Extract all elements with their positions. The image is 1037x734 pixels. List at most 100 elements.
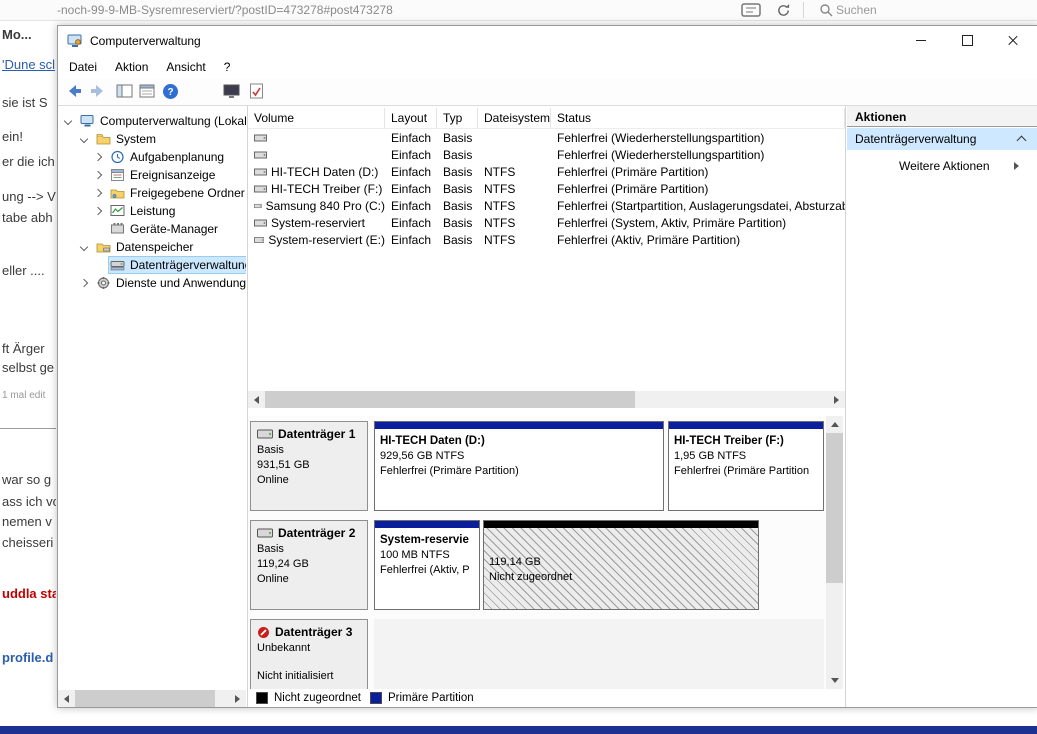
expander-icon[interactable] <box>94 153 102 161</box>
actions-group-datentraegerverwaltung[interactable]: Datenträgerverwaltung <box>847 128 1037 150</box>
table-row[interactable]: System-reserviert EinfachBasisNTFSFehler… <box>248 214 845 231</box>
properties-icon[interactable] <box>137 81 157 101</box>
expander-icon[interactable] <box>80 243 88 251</box>
scroll-up-icon[interactable] <box>826 416 843 433</box>
volume-list-horizontal-scrollbar[interactable] <box>248 391 845 408</box>
column-header-typ[interactable]: Typ <box>437 108 478 128</box>
show-console-tree-icon[interactable] <box>114 81 134 101</box>
tree-item-label: Datenträgerverwaltung <box>130 258 246 272</box>
disk-1-label[interactable]: Datenträger 1 Basis 931,51 GB Online <box>250 421 368 511</box>
forward-icon[interactable] <box>88 81 108 101</box>
table-row[interactable]: Samsung 840 Pro (C:) EinfachBasisNTFSFeh… <box>248 197 845 214</box>
column-header-status[interactable]: Status <box>551 108 845 128</box>
reader-view-icon[interactable] <box>740 2 762 18</box>
scrollbar-thumb[interactable] <box>75 690 215 707</box>
tree-item-datenspeicher[interactable]: Datenspeicher <box>58 238 246 256</box>
tree-item-ereignisanzeige[interactable]: Ereignisanzeige <box>58 166 246 184</box>
volume-icon <box>254 183 267 195</box>
weitere-aktionen-item[interactable]: Weitere Aktionen <box>847 156 1037 176</box>
tree-item-label: Dienste und Anwendungen <box>116 276 246 290</box>
tree-item-computerverwaltung[interactable]: Computerverwaltung (Lokal) <box>58 112 246 130</box>
monitor-icon[interactable] <box>221 81 241 101</box>
page-text-fragment: ass ich vo <box>2 494 56 509</box>
scroll-left-icon[interactable] <box>58 690 75 707</box>
table-row[interactable]: EinfachBasisFehlerfrei (Wiederherstellun… <box>248 146 845 163</box>
column-header-volume[interactable]: Volume <box>248 108 385 128</box>
minimize-button[interactable] <box>898 26 944 55</box>
scroll-right-icon[interactable] <box>828 391 845 408</box>
volume-icon <box>254 200 262 212</box>
disk-3-label[interactable]: Datenträger 3 Unbekannt Nicht initialisi… <box>250 619 368 689</box>
volume-icon <box>254 234 264 246</box>
expander-icon[interactable] <box>94 189 102 197</box>
scrollbar-thumb[interactable] <box>826 433 843 583</box>
scrollbar-thumb[interactable] <box>265 391 635 408</box>
menu-datei[interactable]: Datei <box>60 56 106 78</box>
unallocated-strip <box>484 521 758 528</box>
page-text-fragment: ft Ärger <box>2 341 56 356</box>
tree-item-aufgabenplanung[interactable]: Aufgabenplanung <box>58 148 246 166</box>
collapse-icon[interactable] <box>1017 136 1027 146</box>
tree-item-leistung[interactable]: Leistung <box>58 202 246 220</box>
disk-view-vertical-scrollbar[interactable] <box>826 416 843 689</box>
partition-system-reserviert[interactable]: System-reservie 100 MB NTFS Fehlerfrei (… <box>374 520 480 610</box>
submenu-arrow-icon <box>1014 162 1019 170</box>
page-text-fragment: ung --> V <box>2 189 56 204</box>
tree-item-dienste-und-anwendungen[interactable]: Dienste und Anwendungen <box>58 274 246 292</box>
page-text-fragment: Mo... <box>2 27 56 42</box>
page-text-fragment: cheisseri <box>2 535 56 550</box>
volume-list: EinfachBasisFehlerfrei (Wiederherstellun… <box>248 129 845 248</box>
tree-item-geraete-manager[interactable]: Geräte-Manager <box>58 220 246 238</box>
computer-icon <box>80 114 95 128</box>
help-icon[interactable]: ? <box>160 81 180 101</box>
disk-management-pane: Volume Layout Typ Dateisystem Status Ein… <box>247 106 846 707</box>
table-row[interactable]: System-reserviert (E:) EinfachBasisNTFSF… <box>248 231 845 248</box>
disk-2-label[interactable]: Datenträger 2 Basis 119,24 GB Online <box>250 520 368 610</box>
scroll-right-icon[interactable] <box>229 690 246 707</box>
title-bar[interactable]: Computerverwaltung <box>58 26 1037 56</box>
tree-item-datentraegerverwaltung[interactable]: Datenträgerverwaltung <box>58 256 246 274</box>
tree-item-label: Datenspeicher <box>116 240 193 254</box>
error-icon <box>257 626 270 639</box>
tree-horizontal-scrollbar[interactable] <box>58 690 246 707</box>
table-row[interactable]: EinfachBasisFehlerfrei (Wiederherstellun… <box>248 129 845 146</box>
back-icon[interactable] <box>64 81 84 101</box>
menu-help[interactable]: ? <box>215 56 240 78</box>
tree-item-label: System <box>116 132 156 146</box>
menu-aktion[interactable]: Aktion <box>106 56 157 78</box>
tree-item-system[interactable]: System <box>58 130 246 148</box>
page-link-fragment[interactable]: 'Dune scl <box>2 57 56 72</box>
scroll-down-icon[interactable] <box>826 672 843 689</box>
maximize-button[interactable] <box>944 26 990 55</box>
search-input[interactable]: Suchen <box>836 3 877 17</box>
page-text-fragment: nemen v <box>2 514 56 529</box>
document-check-icon[interactable] <box>246 81 266 101</box>
unallocated-space[interactable]: 119,14 GB Nicht zugeordnet <box>483 520 759 610</box>
expander-icon[interactable] <box>80 279 88 287</box>
page-username-fragment[interactable]: uddla sta <box>2 586 56 601</box>
scroll-left-icon[interactable] <box>248 391 265 408</box>
url-text[interactable]: -noch-99-9-MB-Sysremreserviert/?postID=4… <box>57 3 393 17</box>
expander-icon[interactable] <box>94 171 102 179</box>
table-row[interactable]: HI-TECH Treiber (F:) EinfachBasisNTFSFeh… <box>248 180 845 197</box>
toolbar-separator <box>803 2 804 18</box>
page-link-fragment[interactable]: profile.d <box>2 650 56 665</box>
close-button[interactable] <box>990 26 1036 55</box>
disk-3-empty-area[interactable] <box>374 619 824 689</box>
tree-item-freigegebene-ordner[interactable]: Freigegebene Ordner <box>58 184 246 202</box>
partition-hi-tech-treiber[interactable]: HI-TECH Treiber (F:) 1,95 GB NTFS Fehler… <box>668 421 824 511</box>
page-text-fragment: selbst ge <box>2 360 56 375</box>
expander-icon[interactable] <box>64 117 72 125</box>
partition-hi-tech-daten[interactable]: HI-TECH Daten (D:) 929,56 GB NTFS Fehler… <box>374 421 664 511</box>
page-text-fragment: er die ich <box>2 154 56 169</box>
disk-management-icon <box>110 258 125 272</box>
expander-icon[interactable] <box>94 207 102 215</box>
column-header-dateisystem[interactable]: Dateisystem <box>478 108 551 128</box>
expander-icon[interactable] <box>80 135 88 143</box>
search-icon[interactable] <box>815 2 837 18</box>
refresh-icon[interactable] <box>772 2 794 18</box>
primary-partition-swatch <box>370 692 382 704</box>
column-header-layout[interactable]: Layout <box>385 108 437 128</box>
table-row[interactable]: HI-TECH Daten (D:) EinfachBasisNTFSFehle… <box>248 163 845 180</box>
menu-ansicht[interactable]: Ansicht <box>157 56 214 78</box>
